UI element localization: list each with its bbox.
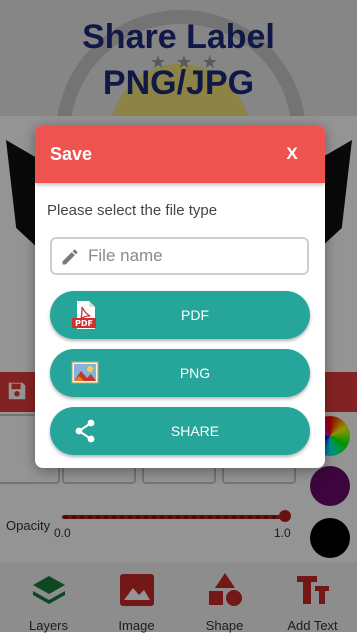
file-type-prompt: Please select the file type xyxy=(47,202,218,219)
dialog-header: Save X xyxy=(35,125,325,183)
share-button[interactable]: SHARE xyxy=(50,407,310,455)
file-name-field[interactable] xyxy=(50,237,309,275)
save-dialog: Save X Please select the file type PDF P… xyxy=(35,125,325,468)
pdf-label: PDF xyxy=(181,307,209,323)
pencil-icon xyxy=(62,249,78,265)
close-button[interactable]: X xyxy=(277,139,307,169)
file-name-input[interactable] xyxy=(88,245,298,267)
dialog-title: Save xyxy=(50,144,93,164)
share-label: SHARE xyxy=(170,423,220,439)
png-button[interactable]: PNG xyxy=(50,349,310,397)
png-label: PNG xyxy=(179,365,211,381)
pdf-button[interactable]: PDF PDF xyxy=(50,291,310,339)
